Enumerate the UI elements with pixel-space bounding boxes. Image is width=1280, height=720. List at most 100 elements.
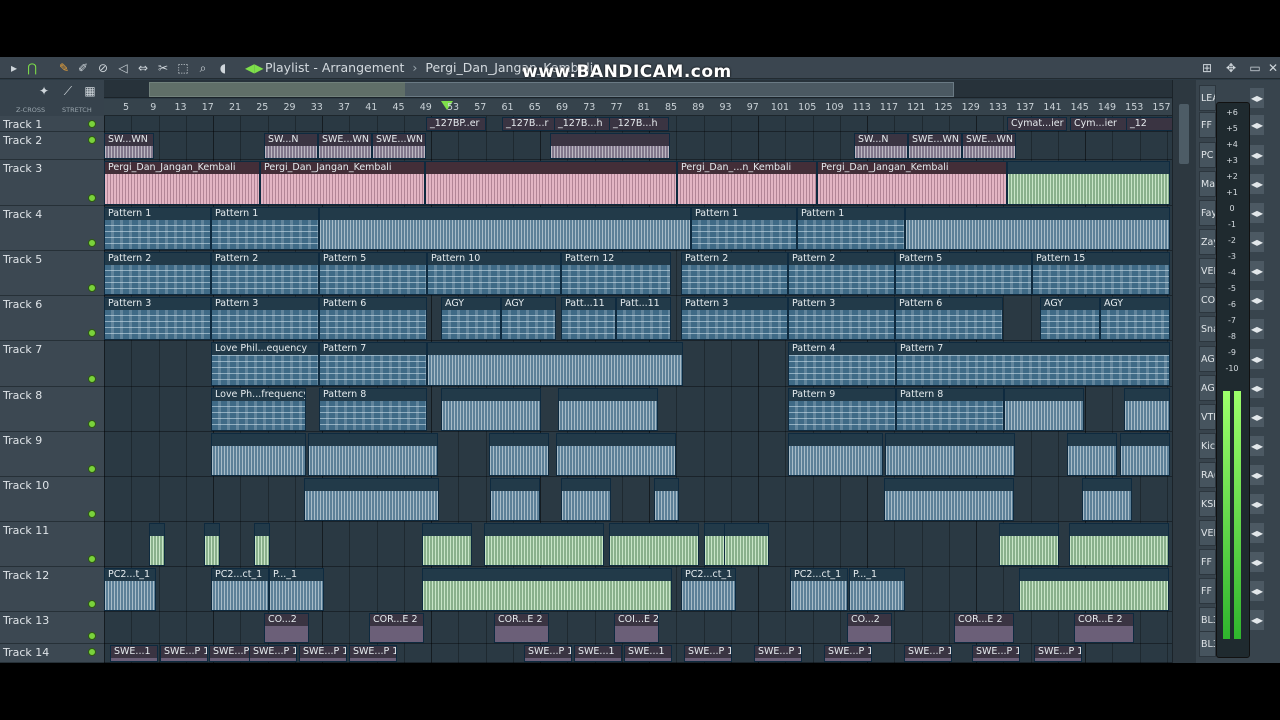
- playlist-clip[interactable]: COR...E 2: [369, 613, 424, 643]
- playlist-clip[interactable]: [884, 478, 1014, 521]
- playlist-clip[interactable]: Pattern 1: [211, 207, 319, 250]
- browser-item[interactable]: VEI: [1199, 258, 1216, 284]
- channel-arrow-icon[interactable]: ◂▸: [1250, 174, 1264, 194]
- playlist-clip[interactable]: _127B...r: [502, 117, 562, 131]
- playlist-clip[interactable]: PC2...ct_1: [681, 568, 736, 611]
- playlist-clip[interactable]: [422, 523, 472, 566]
- playlist-clip[interactable]: Pattern 2: [211, 252, 319, 295]
- browser-item[interactable]: KSI: [1199, 491, 1216, 517]
- browser-item[interactable]: FF: [1199, 549, 1216, 575]
- playlist-clip[interactable]: SWE...P 1: [299, 645, 347, 662]
- track-enable-led[interactable]: [88, 632, 96, 640]
- playlist-clip[interactable]: Love Phil...equency: [211, 342, 319, 386]
- playlist-clip[interactable]: Pattern 3: [681, 297, 788, 340]
- playlist-clip[interactable]: SW...WN: [104, 133, 154, 159]
- track-enable-led[interactable]: [88, 600, 96, 608]
- zoom-icon[interactable]: ⌕: [195, 60, 211, 76]
- track-header[interactable]: Track 12: [0, 567, 104, 612]
- slip-icon[interactable]: ⇔: [135, 60, 151, 76]
- playlist-clip[interactable]: _127B...h: [554, 117, 614, 131]
- playlist-clip[interactable]: [489, 433, 549, 476]
- browser-item[interactable]: Sna: [1199, 316, 1216, 342]
- channel-arrow-icon[interactable]: ◂▸: [1250, 261, 1264, 281]
- track-enable-led[interactable]: [88, 375, 96, 383]
- play-arrow-icon[interactable]: ◀▶: [245, 60, 263, 76]
- track-header[interactable]: Track 14: [0, 644, 104, 663]
- track-header[interactable]: Track 6: [0, 296, 104, 341]
- playlist-clip[interactable]: Pattern 4: [788, 342, 896, 386]
- snap-wave-icon[interactable]: ✦: [36, 83, 52, 99]
- playlist-clip[interactable]: Cym...ier: [1070, 117, 1130, 131]
- playlist-clip[interactable]: AGY: [1100, 297, 1170, 340]
- window-menu-icon[interactable]: ⊞: [1200, 60, 1214, 76]
- vertical-scroll-thumb[interactable]: [1179, 104, 1189, 164]
- playlist-clip[interactable]: [905, 207, 1170, 250]
- playlist-clip[interactable]: _127B...h: [609, 117, 669, 131]
- browser-item[interactable]: AG: [1199, 375, 1216, 401]
- playlist-clip[interactable]: [654, 478, 679, 521]
- playlist-clip[interactable]: Pergi_Dan_Jangan_Kembali: [104, 161, 260, 205]
- track-header[interactable]: Track 2: [0, 132, 104, 160]
- channel-arrow-icon[interactable]: ◂▸: [1250, 203, 1264, 223]
- playlist-clip[interactable]: SWE...P 1: [249, 645, 297, 662]
- playlist-clip[interactable]: SWE...1: [110, 645, 158, 662]
- playlist-clip[interactable]: [425, 161, 677, 205]
- playlist-clip[interactable]: CO...2: [264, 613, 309, 643]
- playlist-clip[interactable]: [308, 433, 438, 476]
- move-icon[interactable]: ✥: [1224, 60, 1238, 76]
- playlist-clip[interactable]: SWE...WN: [962, 133, 1016, 159]
- browser-item[interactable]: FF: [1199, 112, 1216, 138]
- playlist-clip[interactable]: [1069, 523, 1169, 566]
- playlist-clip[interactable]: P..._1: [269, 568, 324, 611]
- pencil-icon[interactable]: ✎: [56, 60, 72, 76]
- browser-item[interactable]: BL3R: [1199, 631, 1216, 657]
- playlist-clip[interactable]: COI...E 2: [614, 613, 659, 643]
- channel-arrow-icon[interactable]: ◂▸: [1250, 436, 1264, 456]
- playlist-clip[interactable]: [319, 207, 691, 250]
- playlist-clip[interactable]: _127BP..er: [426, 117, 486, 131]
- browser-item[interactable]: VTI: [1199, 404, 1216, 430]
- track-enable-led[interactable]: [88, 510, 96, 518]
- playlist-clip[interactable]: SWE...WN: [318, 133, 372, 159]
- playlist-clip[interactable]: SWE...P 1: [754, 645, 802, 662]
- channel-arrow-icon[interactable]: ◂▸: [1250, 552, 1264, 572]
- menu-arrow-icon[interactable]: ▸: [6, 60, 22, 76]
- playlist-clip[interactable]: [427, 342, 683, 386]
- playlist-clip[interactable]: AGY: [501, 297, 556, 340]
- playlist-clip[interactable]: SWE...P 1: [972, 645, 1020, 662]
- playback-icon[interactable]: ◖: [215, 60, 231, 76]
- playlist-clip[interactable]: [609, 523, 699, 566]
- playlist-clip[interactable]: [254, 523, 270, 566]
- playlist-clip[interactable]: SWE...P 1: [904, 645, 952, 662]
- channel-arrow-icon[interactable]: ◂▸: [1250, 115, 1264, 135]
- browser-item[interactable]: BL3: [1199, 607, 1216, 633]
- playlist-clip[interactable]: COR...E 2: [494, 613, 549, 643]
- playlist-clip[interactable]: [1067, 433, 1117, 476]
- browser-item[interactable]: RA(: [1199, 462, 1216, 488]
- playlist-clip[interactable]: SWE...P 1: [349, 645, 397, 662]
- browser-item[interactable]: AG: [1199, 346, 1216, 372]
- playlist-clip[interactable]: Patt...11: [616, 297, 671, 340]
- playlist-clip[interactable]: [441, 388, 541, 431]
- channel-arrow-icon[interactable]: ◂▸: [1250, 319, 1264, 339]
- track-enable-led[interactable]: [88, 136, 96, 144]
- track-enable-led[interactable]: [88, 420, 96, 428]
- track-header[interactable]: Track 9: [0, 432, 104, 477]
- playlist-clip[interactable]: COR...E 2: [1074, 613, 1134, 643]
- playlist-clip[interactable]: AGY: [441, 297, 501, 340]
- playlist-clip[interactable]: Pattern 1: [104, 207, 211, 250]
- playlist-clip[interactable]: Pergi_Dan_...n_Kembali: [677, 161, 817, 205]
- playlist-clip[interactable]: Pattern 12: [561, 252, 671, 295]
- playlist-clip[interactable]: Pattern 7: [896, 342, 1170, 386]
- track-enable-led[interactable]: [88, 648, 96, 656]
- playlist-clip[interactable]: AGY: [1040, 297, 1100, 340]
- playlist-clip[interactable]: [558, 388, 658, 431]
- grid-icon[interactable]: ▦: [82, 83, 98, 99]
- channel-arrow-icon[interactable]: ◂▸: [1250, 610, 1264, 630]
- playlist-clip[interactable]: Pattern 1: [797, 207, 905, 250]
- browser-item[interactable]: VEI: [1199, 520, 1216, 546]
- playlist-clip[interactable]: SWE...P 1: [160, 645, 208, 662]
- playlist-clip[interactable]: [788, 433, 883, 476]
- playlist-grid[interactable]: _127BP..er _127B...r _127B...h _127B...h Cym…: [104, 116, 1172, 663]
- playlist-clip[interactable]: PC2...ct_1: [211, 568, 269, 611]
